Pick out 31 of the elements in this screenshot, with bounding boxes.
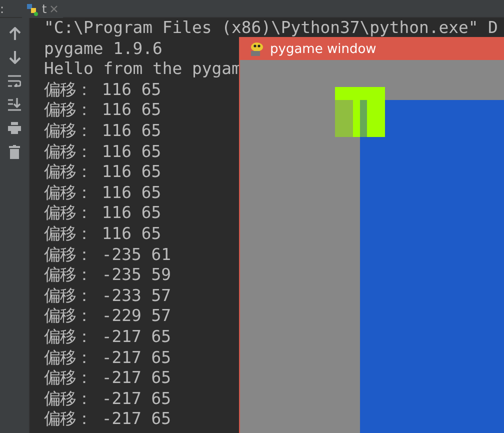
sprite-drawing: [335, 87, 385, 137]
soft-wrap-icon[interactable]: [8, 75, 21, 87]
console-line: 偏移： 116 65: [44, 203, 162, 224]
console-line: 偏移： 116 65: [44, 120, 162, 142]
panel-label: :: [0, 2, 6, 16]
console-line: 偏移： -217 65: [44, 348, 171, 368]
down-arrow-icon[interactable]: [8, 51, 20, 64]
console-line: 偏移： 116 65: [44, 80, 162, 100]
up-arrow-icon[interactable]: [8, 27, 20, 40]
console-line: 偏移： 116 65: [44, 224, 162, 245]
console-line: pygame 1.9.6: [44, 38, 162, 60]
window-title: pygame window: [270, 42, 376, 56]
console-line: 偏移： -217 65: [44, 409, 171, 430]
console-line: 偏移： -229 57: [44, 306, 171, 327]
console-line: 偏移： -235 61: [44, 244, 171, 266]
scroll-to-end-icon[interactable]: [8, 98, 21, 111]
console-line: 偏移： 116 65: [44, 100, 162, 121]
console-line: 偏移： 116 65: [44, 182, 162, 204]
python-file-icon: [25, 2, 39, 16]
console-line: 偏移： -217 65: [44, 388, 171, 410]
snake-icon: [249, 42, 264, 56]
print-icon[interactable]: [8, 122, 21, 134]
console-line: 偏移： -217 65: [44, 368, 171, 389]
console-line: 偏移： 116 65: [44, 162, 162, 183]
console-line: 偏移： 116 65: [44, 142, 162, 162]
trash-icon[interactable]: [9, 145, 20, 159]
console-line: 偏移： -217 65: [44, 326, 171, 348]
tab-label[interactable]: t: [42, 2, 47, 16]
console-line: "C:\Program Files (x86)\Python37\python.exe" D: [44, 18, 498, 39]
console-line: 偏移： -233 57: [44, 286, 171, 306]
console-line: 偏移： -235 59: [44, 265, 171, 286]
